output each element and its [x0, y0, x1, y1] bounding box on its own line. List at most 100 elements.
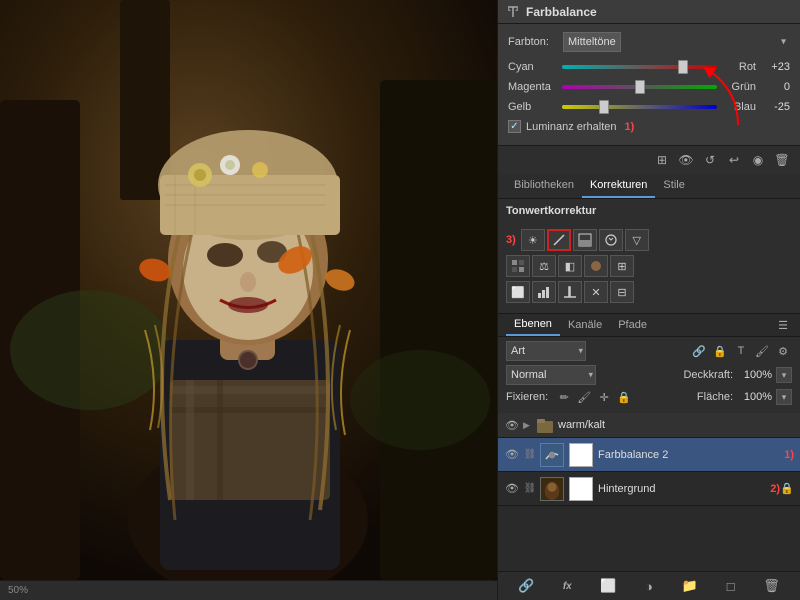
tab-korrekturen[interactable]: Korrekturen: [582, 174, 655, 198]
lock-layer-icon[interactable]: 🔒: [711, 342, 729, 360]
fx-icon[interactable]: fx: [557, 576, 577, 596]
art-select-wrap[interactable]: Art: [506, 341, 586, 361]
channel-mixer-icon[interactable]: ⊟: [610, 281, 634, 303]
eye-toolbar-icon[interactable]: 👁: [676, 150, 696, 170]
farbton-select-wrap[interactable]: Mitteltöne Lichter Tiefen: [563, 32, 790, 52]
hsl-icon[interactable]: [506, 255, 530, 277]
korrekturen-title: Tonwertkorrektur: [506, 205, 596, 217]
panel-tabs: Bibliotheken Korrekturen Stile: [498, 174, 800, 199]
layer-name-warmkalt: warm/kalt: [558, 419, 794, 431]
balance-icon: [506, 5, 520, 19]
layer-eye-farbbalance[interactable]: 👁: [504, 447, 520, 463]
farbbalance-title: Farbbalance: [526, 5, 597, 19]
deckkraft-decrease[interactable]: ▾: [776, 367, 792, 383]
gradient-map-icon[interactable]: ⊞: [610, 255, 634, 277]
slider-cyan-rot-row: Cyan Rot +23: [508, 60, 790, 74]
opacity-row: Deckkraft: 100% ▾: [600, 367, 792, 383]
slider-thumb-gelb[interactable]: [599, 100, 609, 114]
settings-layer-icon[interactable]: ⚙: [774, 342, 792, 360]
bw-icon[interactable]: ◧: [558, 255, 582, 277]
ebenen-tabs: Ebenen Kanäle Pfade ☰: [498, 313, 800, 337]
tab-stile[interactable]: Stile: [655, 174, 692, 198]
slider-thumb-cyan[interactable]: [678, 60, 688, 74]
slider-magenta-gruen[interactable]: [562, 80, 717, 94]
fix-all-icon[interactable]: 🔒: [616, 389, 632, 405]
add-adjustment-icon[interactable]: ◑: [639, 576, 659, 596]
luminanz-label: Luminanz erhalten: [526, 121, 617, 133]
art-select[interactable]: Art: [506, 341, 586, 361]
flaeche-value: 100%: [737, 391, 772, 403]
slider-cyan-label: Cyan: [508, 61, 558, 73]
flaeche-decrease[interactable]: ▾: [776, 389, 792, 405]
farbton-select[interactable]: Mitteltöne Lichter Tiefen: [563, 32, 621, 52]
cycle-icon[interactable]: ↺: [700, 150, 720, 170]
flaeche-label: Fläche:: [697, 391, 733, 403]
trash-icon[interactable]: 🗑: [772, 150, 792, 170]
farbbalance-toolbar: ⊞ 👁 ↺ ↩ ◉ 🗑: [498, 145, 800, 174]
type-layer-icon[interactable]: T: [732, 342, 750, 360]
layer-thumb-hintergrund: [540, 477, 564, 501]
undo-icon[interactable]: ↩: [724, 150, 744, 170]
threshold-icon[interactable]: [558, 281, 582, 303]
eye2-icon[interactable]: ◉: [748, 150, 768, 170]
layer-name-hintergrund: Hintergrund: [598, 483, 766, 495]
exposure-icon[interactable]: [573, 229, 597, 251]
paint-layer-icon[interactable]: 🖌: [753, 342, 771, 360]
layer-eye-hintergrund[interactable]: 👁: [504, 481, 520, 497]
link-layer-icon[interactable]: 🔗: [690, 342, 708, 360]
farbton-label: Farbton:: [508, 36, 563, 48]
ebenen-menu-icon[interactable]: ☰: [774, 316, 792, 334]
ebenen-controls: Art 🔗 🔒 T 🖌 ⚙ Normal Multiplizieren Bild…: [498, 337, 800, 413]
layer-eye-warmkalt[interactable]: 👁: [504, 417, 520, 433]
layer-farbbalance2[interactable]: 👁 ⛓ Farbbalance 2 1): [498, 438, 800, 472]
slider-cyan-rot[interactable]: [562, 60, 717, 74]
triangle-down-icon[interactable]: ▽: [625, 229, 649, 251]
folder-icon: [536, 416, 554, 434]
slider-cyan-value: +23: [760, 61, 790, 73]
blend-select[interactable]: Normal Multiplizieren Bildschirm: [506, 365, 596, 385]
flaeche-row: Fläche: 100% ▾: [636, 389, 792, 405]
photo-filter-icon[interactable]: [584, 255, 608, 277]
layer-mask-farbbalance: [569, 443, 593, 467]
add-mask-icon[interactable]: ⬜: [598, 576, 618, 596]
delete-layer-icon[interactable]: 🗑: [761, 576, 781, 596]
vibrance-icon[interactable]: [599, 229, 623, 251]
tab-bibliotheken[interactable]: Bibliotheken: [506, 174, 582, 198]
selective-color-icon[interactable]: ✕: [584, 281, 608, 303]
new-layer-icon[interactable]: □: [721, 576, 741, 596]
slider-gelb-label: Gelb: [508, 101, 558, 113]
invert-icon[interactable]: ⬜: [506, 281, 530, 303]
tab-ebenen[interactable]: Ebenen: [506, 314, 560, 336]
korrekturen-icons-row3: ⬜ ✕ ⊟: [506, 281, 792, 303]
layer-chain-hintergrund[interactable]: ⛓: [523, 482, 537, 496]
layer-group-warmkalt[interactable]: 👁 ▶ warm/kalt: [498, 413, 800, 438]
layers-bottom-toolbar: 🔗 fx ⬜ ◑ 📁 □ 🗑: [498, 571, 800, 600]
tab-kanaele[interactable]: Kanäle: [560, 315, 610, 335]
layers-container: 👁 ▶ warm/kalt 👁 ⛓ Farbbalance 2 1): [498, 413, 800, 571]
fix-paint-icon[interactable]: 🖌: [576, 389, 592, 405]
layer-chain-farbbalance[interactable]: ⛓: [523, 448, 537, 462]
slider-track-cyan: [562, 65, 717, 69]
fix-move-icon[interactable]: ✛: [596, 389, 612, 405]
slider-gelb-blau[interactable]: [562, 100, 717, 114]
brightness-icon[interactable]: ☀: [521, 229, 545, 251]
grid-icon[interactable]: ⊞: [652, 150, 672, 170]
blend-select-wrap[interactable]: Normal Multiplizieren Bildschirm: [506, 365, 596, 385]
new-group-icon[interactable]: 📁: [680, 576, 700, 596]
posterize-icon[interactable]: [532, 281, 556, 303]
farbbalance-header: Farbbalance: [498, 0, 800, 24]
tab-pfade[interactable]: Pfade: [610, 315, 655, 335]
fix-draw-icon[interactable]: ✏: [556, 389, 572, 405]
slider-magenta-value: 0: [760, 81, 790, 93]
slider-thumb-magenta[interactable]: [635, 80, 645, 94]
slider-gruen-label: Grün: [721, 81, 756, 93]
layer-thumb-farbbalance: [540, 443, 564, 467]
curves-icon[interactable]: [547, 229, 571, 251]
layer-hintergrund[interactable]: 👁 ⛓ Hintergrund 2) 🔒: [498, 472, 800, 506]
balance-korr-icon[interactable]: ⚖: [532, 255, 556, 277]
luminanz-checkbox[interactable]: ✓: [508, 120, 521, 133]
image-bottom-bar: 50%: [0, 580, 497, 600]
link-layers-icon[interactable]: 🔗: [516, 576, 536, 596]
group-triangle-icon[interactable]: ▶: [523, 420, 533, 431]
farbbalance-body: Farbton: Mitteltöne Lichter Tiefen Cyan …: [498, 24, 800, 145]
